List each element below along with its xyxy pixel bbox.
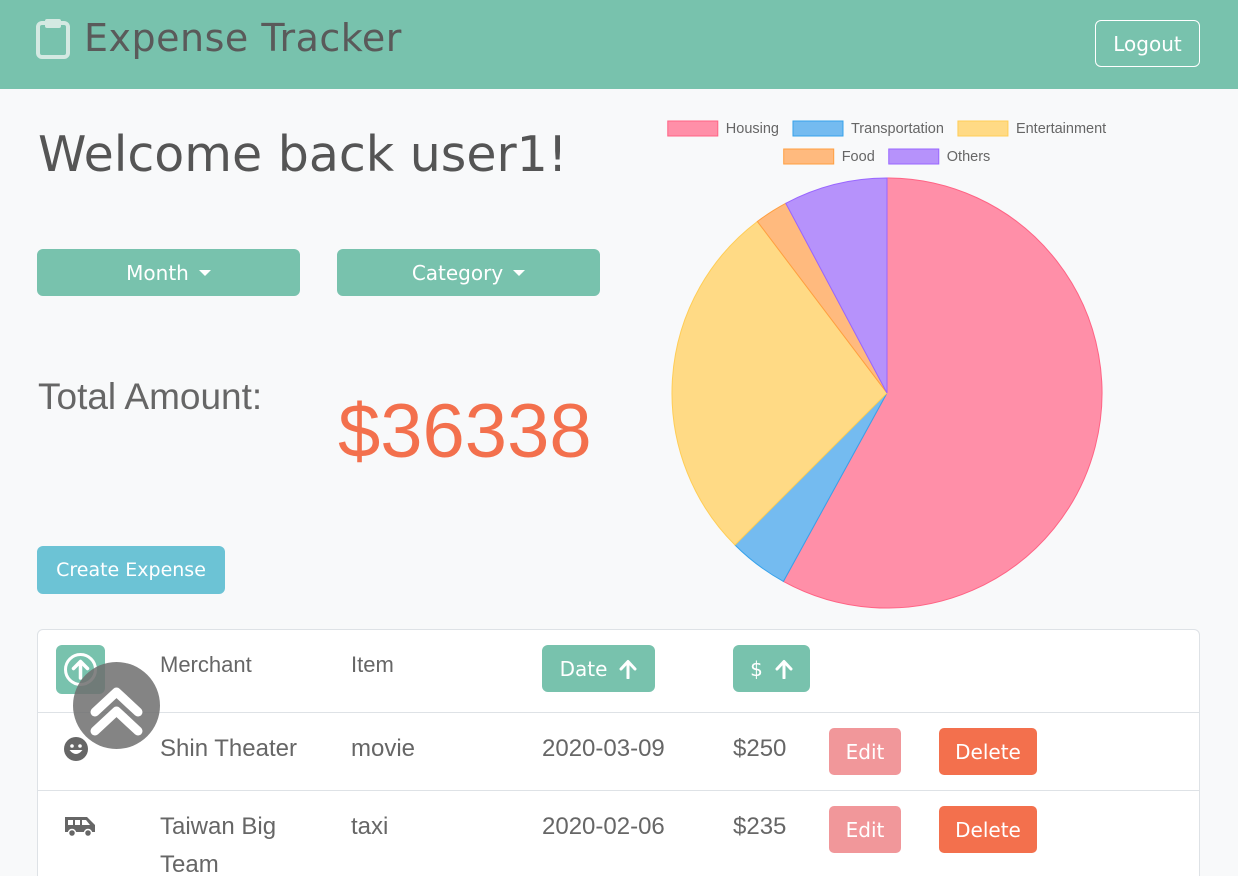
item-cell: movie [351,735,416,762]
create-expense-button[interactable]: Create Expense [37,546,225,594]
merchant-cell: Shin Theater [160,735,297,762]
legend-label-others[interactable]: Others [947,149,991,165]
legend-swatch-others[interactable] [888,148,940,165]
legend-label-transportation[interactable]: Transportation [851,121,944,137]
total-amount-label: Total Amount: [38,376,263,417]
delete-button[interactable]: Delete [939,728,1037,775]
item-cell: taxi [351,813,389,840]
arrow-up-icon [619,659,637,679]
legend-swatch-transportation[interactable] [792,120,844,137]
caret-down-icon [513,269,526,276]
caret-down-icon [198,269,211,276]
month-dropdown-label: Month [126,260,189,285]
date-sort-label: Date [559,656,608,681]
navbar: Expense Tracker Logout [0,0,1238,89]
arrow-up-icon [775,659,793,679]
date-sort-button[interactable]: Date [542,645,655,692]
amount-sort-button[interactable]: $ [733,645,810,692]
delete-button[interactable]: Delete [939,806,1037,853]
amount-sort-label: $ [750,656,763,681]
merchant-cell-line1: Taiwan Big [160,813,277,840]
category-dropdown-label: Category [411,260,504,285]
row-divider [37,790,1200,791]
shuttle-van-icon [65,817,95,838]
month-dropdown-button[interactable]: Month [37,249,300,296]
total-amount-value: $36338 [338,389,592,474]
item-header: Item [351,652,394,677]
edit-button[interactable]: Edit [829,728,901,775]
amount-cell: $235 [733,813,787,840]
scroll-to-top-button[interactable] [73,662,160,749]
welcome-heading: Welcome back user1! [38,126,568,183]
legend-label-food[interactable]: Food [842,149,875,165]
merchant-cell-line2: Team [160,851,219,876]
legend-swatch-food[interactable] [783,148,835,165]
brand[interactable]: Expense Tracker [36,16,402,60]
category-dropdown-button[interactable]: Category [337,249,600,296]
row-divider [37,712,1200,713]
merchant-header: Merchant [160,652,252,677]
legend-swatch-entertainment[interactable] [957,120,1009,137]
edit-button[interactable]: Edit [829,806,901,853]
legend-label-entertainment[interactable]: Entertainment [1016,121,1106,137]
brand-title: Expense Tracker [84,16,402,60]
category-pie-chart: Housing Transportation Entertainment Food Ot… [667,120,1106,609]
date-cell: 2020-03-09 [542,735,665,762]
legend-label-housing[interactable]: Housing [726,121,779,137]
chevrons-up-icon [90,687,143,736]
clipboard-icon [36,19,70,59]
legend-swatch-housing[interactable] [667,120,719,137]
date-cell: 2020-02-06 [542,813,665,840]
amount-cell: $250 [733,735,787,762]
logout-button[interactable]: Logout [1095,20,1200,67]
